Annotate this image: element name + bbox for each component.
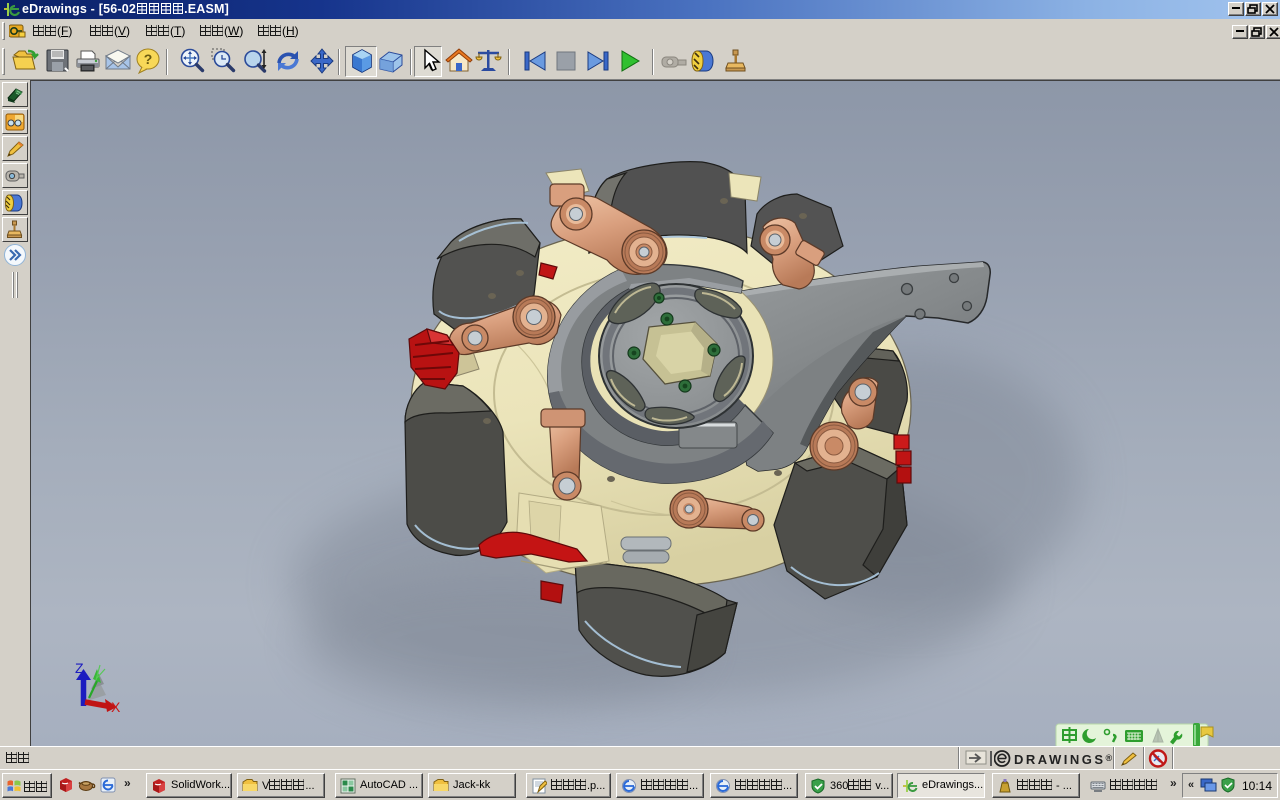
svg-text:?: ? — [144, 51, 153, 67]
svg-text:Z: Z — [75, 660, 84, 676]
svg-text:X: X — [111, 699, 121, 715]
